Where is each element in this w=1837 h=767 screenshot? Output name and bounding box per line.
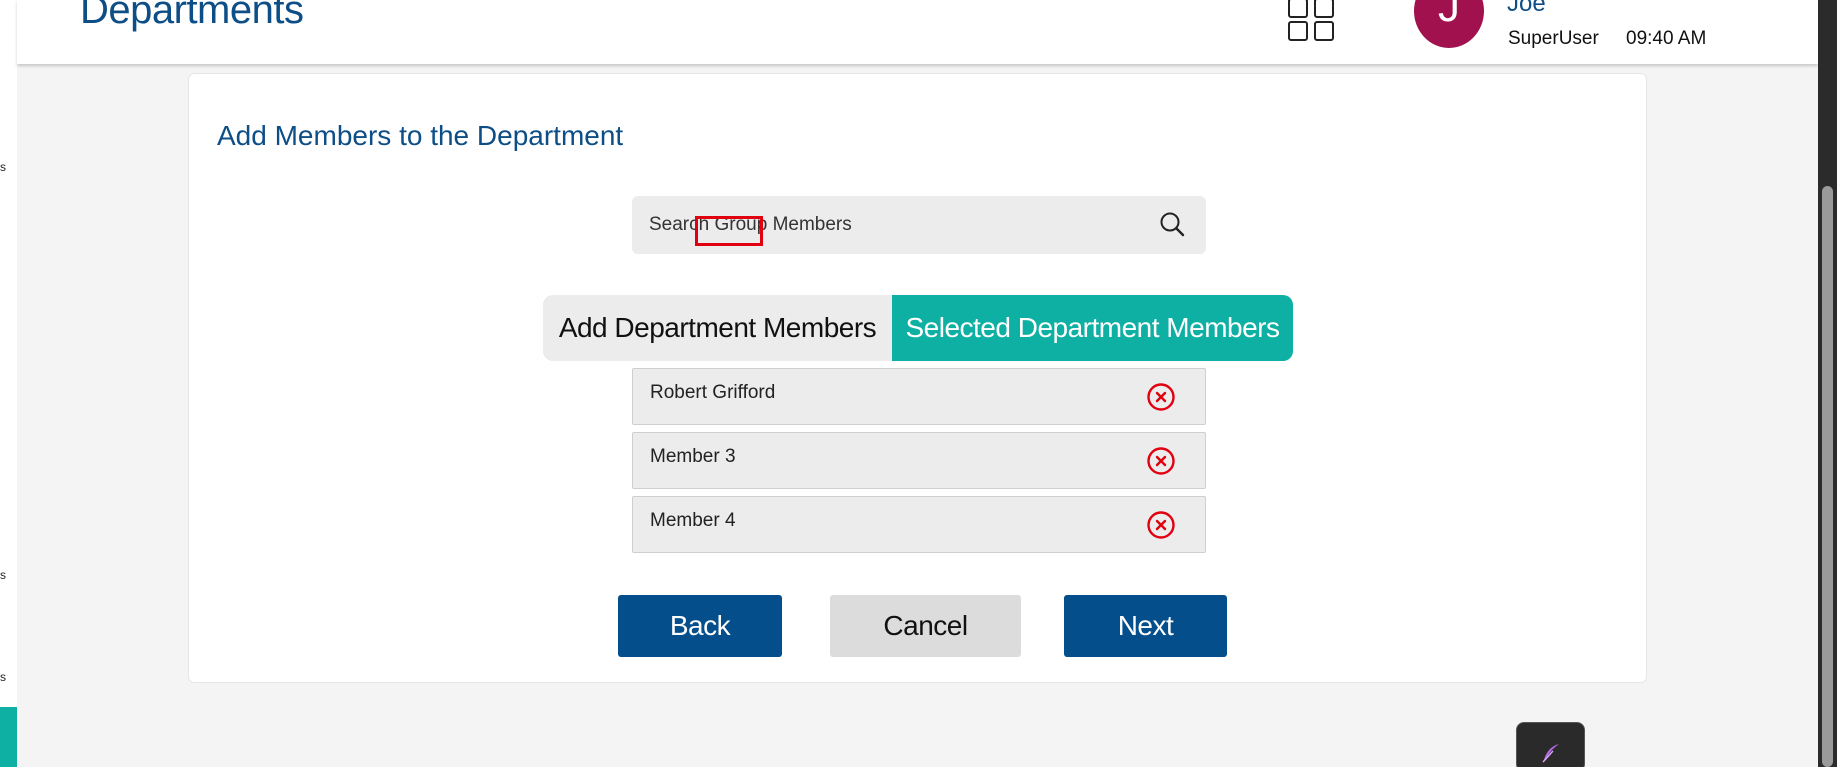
clock-time: 09:40 AM (1626, 28, 1707, 49)
highlight-annotation (695, 216, 763, 246)
member-name: Member 3 (650, 446, 736, 467)
feather-icon (1542, 744, 1559, 763)
member-tabs: Add Department Members Selected Departme… (543, 295, 1293, 361)
next-button[interactable]: Next (1064, 595, 1227, 657)
tab-add-department-members[interactable]: Add Department Members (543, 295, 892, 361)
add-members-card: Add Members to the Department Add Depart… (188, 73, 1647, 683)
list-item: Member 4 (632, 496, 1206, 553)
user-name: Joe (1507, 0, 1546, 17)
user-role: SuperUser (1508, 28, 1599, 49)
remove-circle-x-icon[interactable] (1146, 446, 1176, 476)
cancel-button[interactable]: Cancel (830, 595, 1021, 657)
sidebar-fragment: s (0, 160, 6, 174)
remove-circle-x-icon[interactable] (1146, 382, 1176, 412)
sidebar-fragment: s (0, 568, 6, 582)
back-button[interactable]: Back (618, 595, 782, 657)
list-item: Member 3 (632, 432, 1206, 489)
top-header: Departments J Joe SuperUser 09:40 AM (17, 0, 1818, 64)
selected-members-list: Robert Grifford Member 3 Member 4 (632, 368, 1206, 560)
apps-grid-icon[interactable] (1287, 0, 1339, 44)
left-sidebar-strip: s s s (0, 0, 17, 767)
member-name: Robert Grifford (650, 382, 776, 403)
sidebar-fragment: s (0, 670, 6, 684)
search-icon[interactable] (1158, 210, 1186, 238)
page-title: Departments (80, 0, 304, 32)
member-name: Member 4 (650, 510, 736, 531)
avatar[interactable]: J (1414, 0, 1484, 48)
floating-assistant-button[interactable] (1516, 722, 1585, 767)
list-item: Robert Grifford (632, 368, 1206, 425)
vertical-scrollbar[interactable] (1818, 0, 1837, 767)
tab-selected-department-members[interactable]: Selected Department Members (892, 295, 1293, 361)
remove-circle-x-icon[interactable] (1146, 510, 1176, 540)
sidebar-active-item[interactable] (0, 707, 17, 767)
scrollbar-thumb[interactable] (1822, 186, 1833, 767)
card-title: Add Members to the Department (217, 120, 624, 151)
